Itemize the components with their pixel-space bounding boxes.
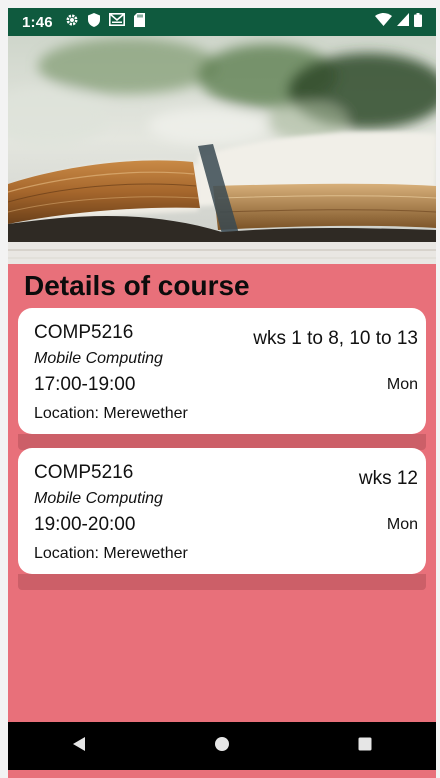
sd-card-icon <box>133 12 145 32</box>
course-location: Location: Merewether <box>34 545 188 562</box>
card-shadow <box>18 574 426 590</box>
course-weeks: wks 1 to 8, 10 to 13 <box>253 328 418 349</box>
mail-icon <box>108 13 125 31</box>
shield-icon <box>87 12 100 32</box>
course-name: Mobile Computing <box>34 490 163 507</box>
home-icon <box>214 736 230 757</box>
app-screen: 1:46 Details of course COMP5216 wks 1 to… <box>8 8 436 778</box>
course-day: Mon <box>386 376 418 393</box>
battery-icon <box>414 12 422 32</box>
course-day: Mon <box>386 516 418 533</box>
course-card[interactable]: COMP5216 wks 1 to 8, 10 to 13 Mobile Com… <box>18 308 426 450</box>
signal-icon <box>397 13 409 31</box>
home-button[interactable] <box>192 722 252 770</box>
gear-icon <box>65 13 79 32</box>
course-location: Location: Merewether <box>34 405 188 422</box>
course-code: COMP5216 <box>34 322 134 343</box>
back-icon <box>71 736 87 757</box>
course-time: 17:00-19:00 <box>34 374 136 395</box>
course-card-body[interactable]: COMP5216 wks 1 to 8, 10 to 13 Mobile Com… <box>18 308 426 434</box>
back-button[interactable] <box>49 722 109 770</box>
recents-icon <box>357 736 373 757</box>
course-time: 19:00-20:00 <box>34 514 136 535</box>
course-weeks: wks 12 <box>358 468 418 489</box>
navigation-bar <box>8 722 436 770</box>
course-card[interactable]: COMP5216 wks 12 Mobile Computing 19:00-2… <box>18 448 426 590</box>
course-name: Mobile Computing <box>34 350 163 367</box>
status-time: 1:46 <box>22 13 53 31</box>
course-card-body[interactable]: COMP5216 wks 12 Mobile Computing 19:00-2… <box>18 448 426 574</box>
recents-button[interactable] <box>335 722 395 770</box>
header-image <box>8 36 436 264</box>
wifi-icon <box>375 13 392 31</box>
course-code: COMP5216 <box>34 462 134 483</box>
page-title: Details of course <box>24 270 250 301</box>
status-bar: 1:46 <box>8 8 436 36</box>
